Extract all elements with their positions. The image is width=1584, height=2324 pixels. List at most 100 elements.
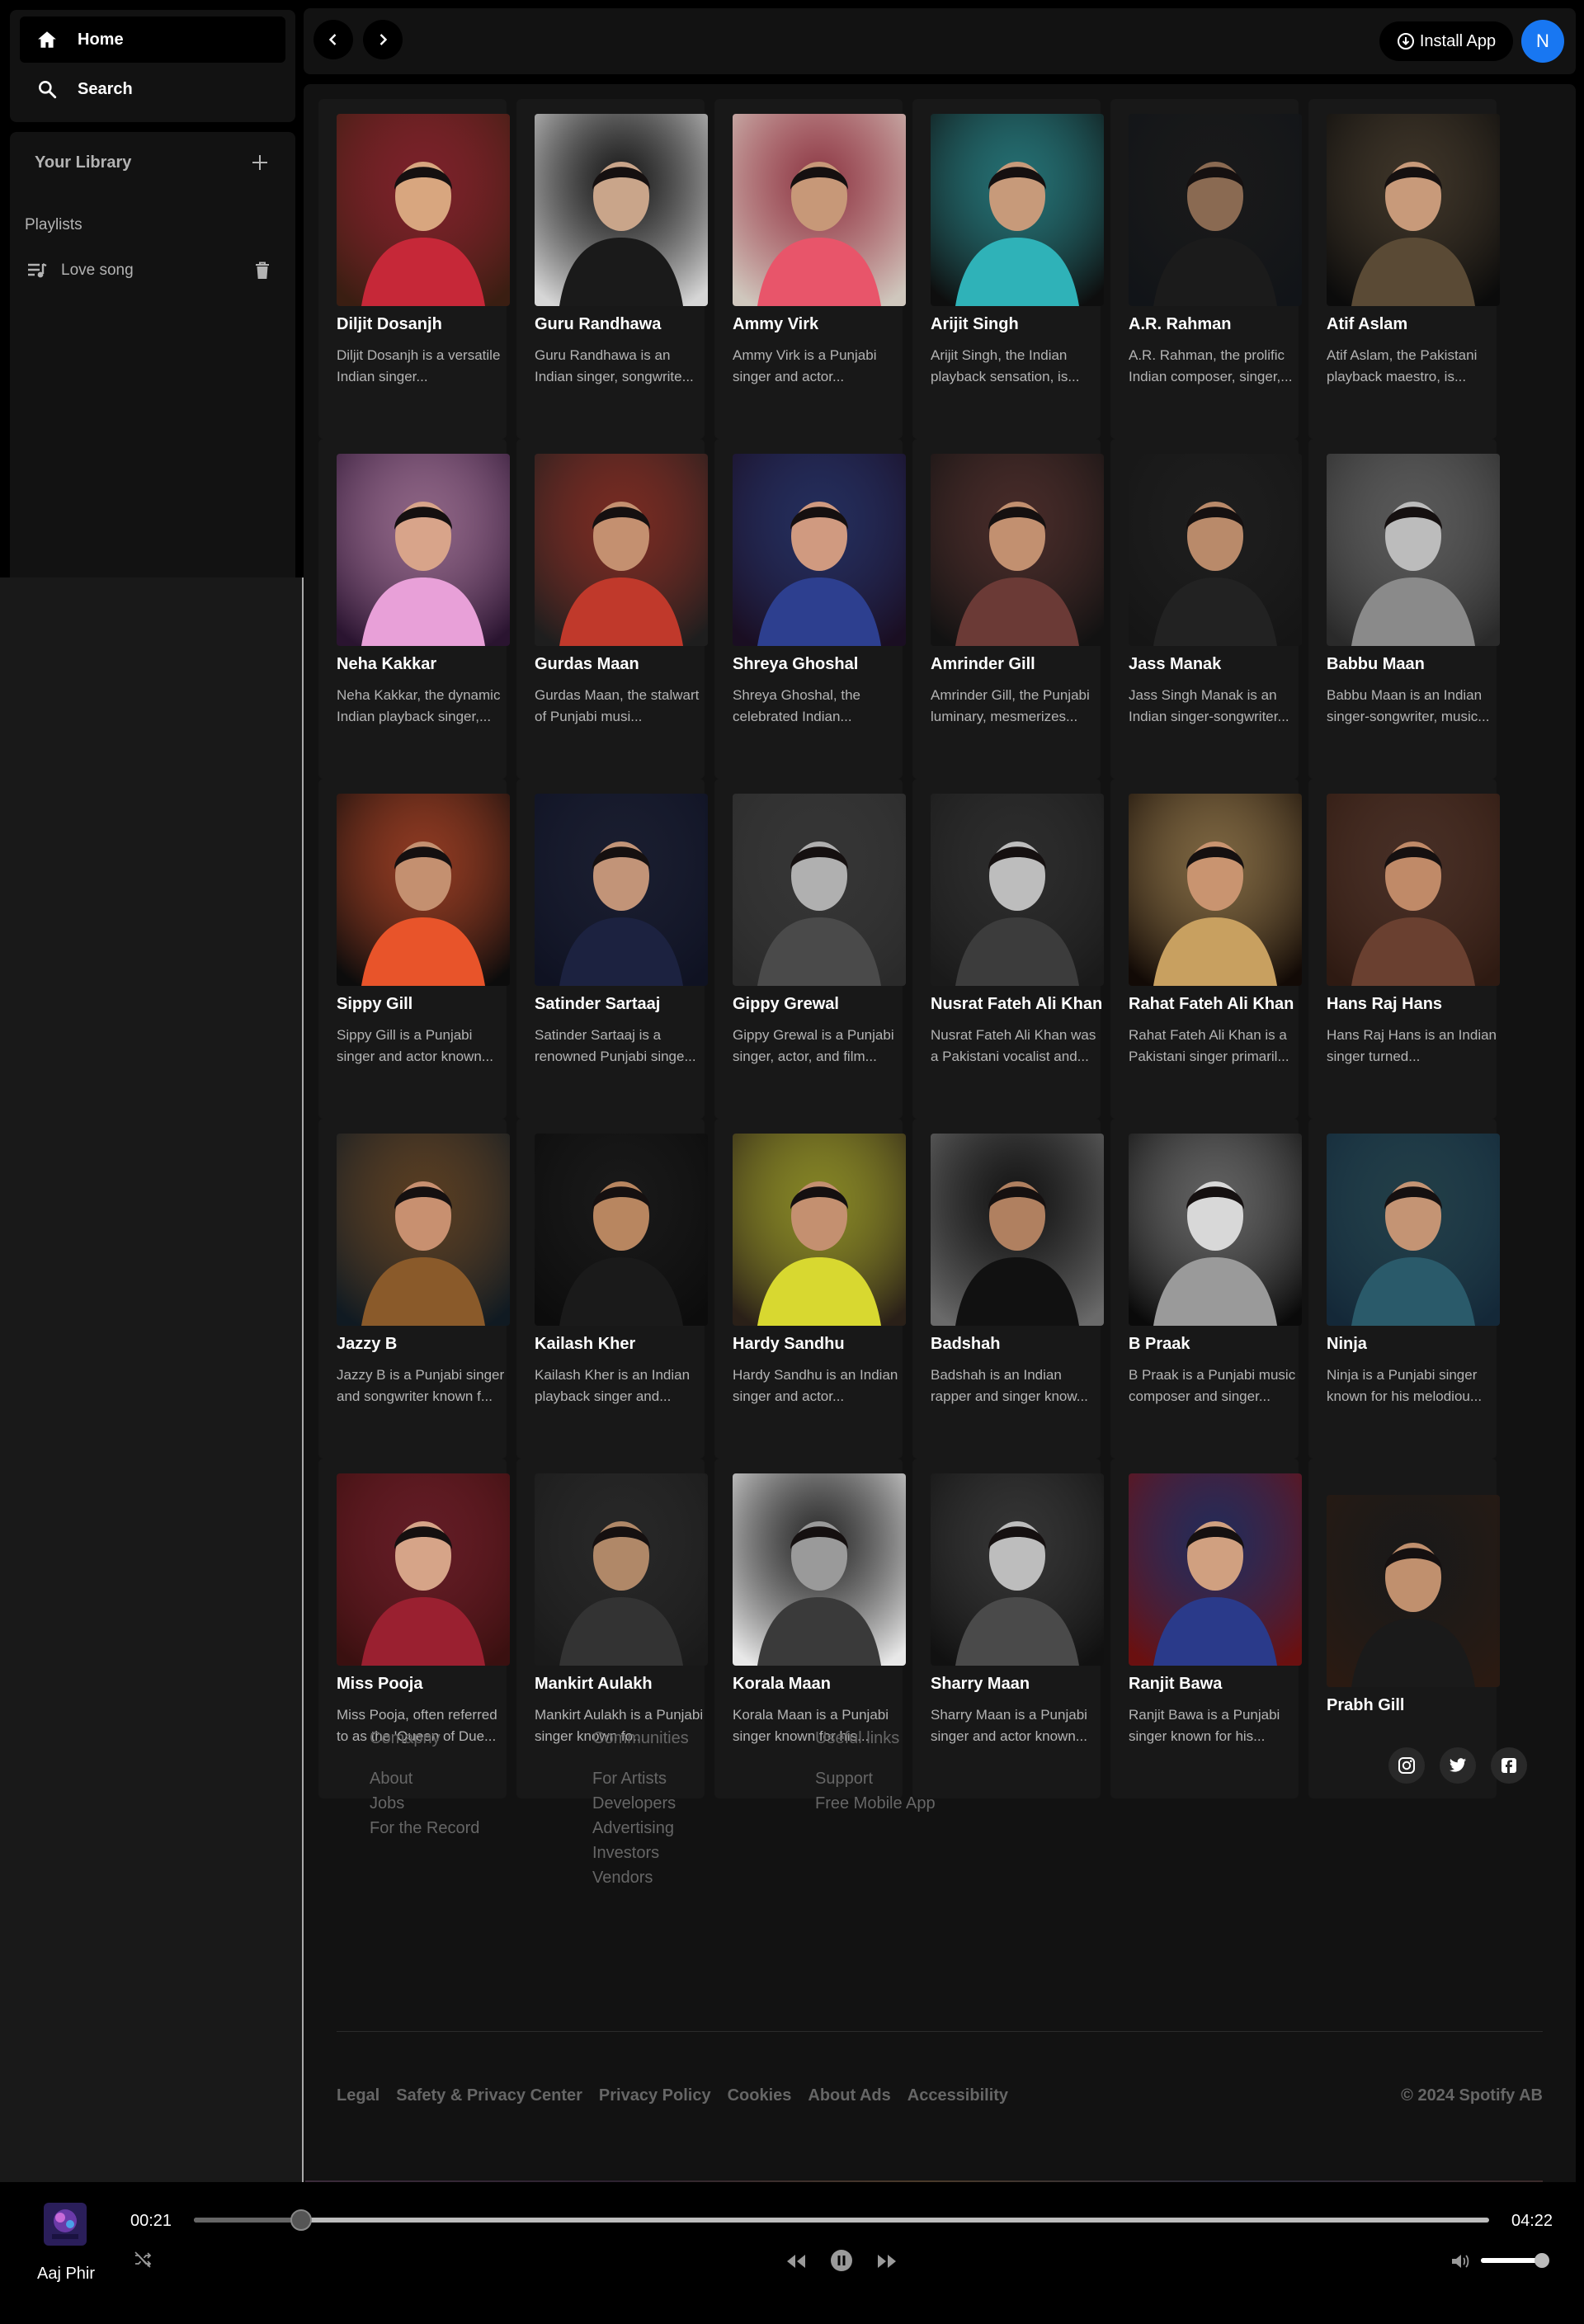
artist-card[interactable]: Jass Manak Jass Singh Manak is an Indian … [1110,439,1302,779]
footer-link[interactable]: About [370,1766,568,1791]
artist-card[interactable]: Gurdas Maan Gurdas Maan, the stalwart of … [516,439,708,779]
footer-link[interactable]: Jobs [370,1791,568,1816]
search-icon [35,77,59,101]
artist-card[interactable]: Gippy Grewal Gippy Grewal is a Punjabi si… [714,779,906,1119]
now-playing-title[interactable]: Aaj Phir [25,2265,107,2284]
footer-column-useful-links: Useful links Support Free Mobile App [815,1729,1013,1816]
artist-card[interactable]: Atif Aslam Atif Aslam, the Pakistani play… [1308,99,1500,439]
plus-icon [252,155,267,170]
artist-description: Badshah is an Indian rapper and singer k… [931,1367,1088,1404]
artist-card[interactable]: Amrinder Gill Amrinder Gill, the Punjabi … [912,439,1104,779]
next-button[interactable] [874,2249,899,2274]
artist-name: B Praak [1129,1335,1190,1353]
artist-description: Neha Kakkar, the dynamic Indian playback… [337,687,501,724]
footer-heading: Useful links [815,1729,900,1747]
artist-photo [1129,454,1302,646]
artist-card[interactable]: Satinder Sartaaj Satinder Sartaaj is a re… [516,779,708,1119]
progress-bar[interactable] [194,2209,1489,2231]
pause-button[interactable] [828,2247,855,2274]
volume-handle[interactable] [1534,2253,1549,2268]
artist-card[interactable]: Badshah Badshah is an Indian rapper and s… [912,1119,1104,1459]
artist-description: Diljit Dosanjh is a versatile Indian sin… [337,347,501,384]
instagram-button[interactable] [1388,1747,1425,1784]
legal-link[interactable]: Safety & Privacy Center [396,2086,582,2105]
artist-name: Ninja [1327,1335,1367,1353]
user-avatar[interactable]: N [1521,20,1564,63]
artist-card[interactable]: Diljit Dosanjh Diljit Dosanjh is a versat… [318,99,510,439]
artist-description: Shreya Ghoshal, the celebrated Indian... [733,687,860,724]
artist-name: Arijit Singh [931,315,1019,333]
artist-card[interactable]: Sippy Gill Sippy Gill is a Punjabi singer… [318,779,510,1119]
twitter-icon [1449,1758,1467,1772]
footer-link[interactable]: Developers [592,1791,790,1816]
artist-card[interactable]: Rahat Fateh Ali Khan Rahat Fateh Ali Khan… [1110,779,1302,1119]
artist-card[interactable]: Shreya Ghoshal Shreya Ghoshal, the celebr… [714,439,906,779]
copyright: © 2024 Spotify AB [1401,2086,1543,2105]
artist-description: B Praak is a Punjabi music composer and … [1129,1367,1296,1404]
install-app-button[interactable]: Install App [1379,21,1513,61]
shuffle-button[interactable] [130,2247,155,2272]
nav-search-label: Search [78,79,133,98]
artist-card[interactable]: A.R. Rahman A.R. Rahman, the prolific Ind… [1110,99,1302,439]
artist-card[interactable]: Nusrat Fateh Ali Khan Nusrat Fateh Ali Kh… [912,779,1104,1119]
artist-card[interactable]: Kailash Kher Kailash Kher is an Indian pl… [516,1119,708,1459]
artist-photo [535,794,708,986]
artist-description: A.R. Rahman, the prolific Indian compose… [1129,347,1293,384]
add-playlist-button[interactable] [248,150,272,175]
footer-link[interactable]: Vendors [592,1865,790,1890]
footer-link[interactable]: Support [815,1766,1013,1791]
artist-card[interactable]: Babbu Maan Babbu Maan is an Indian singer… [1308,439,1500,779]
artist-name: Miss Pooja [337,1675,423,1693]
playlist-item[interactable]: Love song [26,254,274,287]
playlist-name: Love song [61,262,134,279]
nav-home[interactable]: Home [20,16,285,63]
artist-photo [1129,1134,1302,1326]
artist-card[interactable]: Neha Kakkar Neha Kakkar, the dynamic Indi… [318,439,510,779]
artist-description: Arijit Singh, the Indian playback sensat… [931,347,1080,384]
now-playing-cover[interactable] [44,2203,87,2246]
library-panel: Your Library Playlists Love song [10,132,295,577]
legal-link[interactable]: Legal [337,2086,380,2105]
current-time: 00:21 [130,2212,172,2230]
footer-link[interactable]: Advertising [592,1816,790,1841]
artist-card[interactable]: Ninja Ninja is a Punjabi singer known for… [1308,1119,1500,1459]
artist-photo [337,1134,510,1326]
delete-playlist-button[interactable] [251,259,274,282]
footer-link[interactable]: Free Mobile App [815,1791,1013,1816]
forward-button[interactable] [363,20,403,59]
artist-photo [1327,114,1500,306]
legal-link[interactable]: Privacy Policy [599,2086,711,2105]
artist-photo [1327,1134,1500,1326]
footer-link[interactable]: Investors [592,1841,790,1865]
artist-photo [931,1134,1104,1326]
footer-link[interactable]: For the Record [370,1816,568,1841]
artist-card[interactable]: Hardy Sandhu Hardy Sandhu is an Indian si… [714,1119,906,1459]
legal-link[interactable]: Accessibility [908,2086,1008,2105]
back-button[interactable] [314,20,353,59]
total-time: 04:22 [1511,2212,1553,2230]
volume-button[interactable] [1449,2249,1473,2274]
artist-photo [337,114,510,306]
artist-photo [337,1473,510,1666]
facebook-button[interactable] [1491,1747,1527,1784]
artist-photo [1129,114,1302,306]
artist-description: Sippy Gill is a Punjabi singer and actor… [337,1027,493,1064]
twitter-button[interactable] [1440,1747,1476,1784]
volume-slider[interactable] [1481,2253,1549,2268]
artist-card[interactable]: Hans Raj Hans Hans Raj Hans is an Indian … [1308,779,1500,1119]
legal-link[interactable]: Cookies [728,2086,792,2105]
artist-card[interactable]: Ranjit Bawa Ranjit Bawa is a Punjabi sing… [1110,1459,1302,1798]
artist-photo [1327,454,1500,646]
nav-search[interactable]: Search [20,66,285,112]
footer-link[interactable]: For Artists [592,1766,790,1791]
artist-card[interactable]: Guru Randhawa Guru Randhawa is an Indian … [516,99,708,439]
artist-card[interactable]: Jazzy B Jazzy B is a Punjabi singer and s… [318,1119,510,1459]
artist-card[interactable]: Arijit Singh Arijit Singh, the Indian pla… [912,99,1104,439]
legal-link[interactable]: About Ads [808,2086,890,2105]
previous-button[interactable] [784,2249,808,2274]
artist-card[interactable]: B Praak B Praak is a Punjabi music compos… [1110,1119,1302,1459]
artist-card[interactable]: Ammy Virk Ammy Virk is a Punjabi singer a… [714,99,906,439]
artist-photo [535,1134,708,1326]
library-title[interactable]: Your Library [35,153,131,172]
artist-description: Jass Singh Manak is an Indian singer-son… [1129,687,1289,724]
